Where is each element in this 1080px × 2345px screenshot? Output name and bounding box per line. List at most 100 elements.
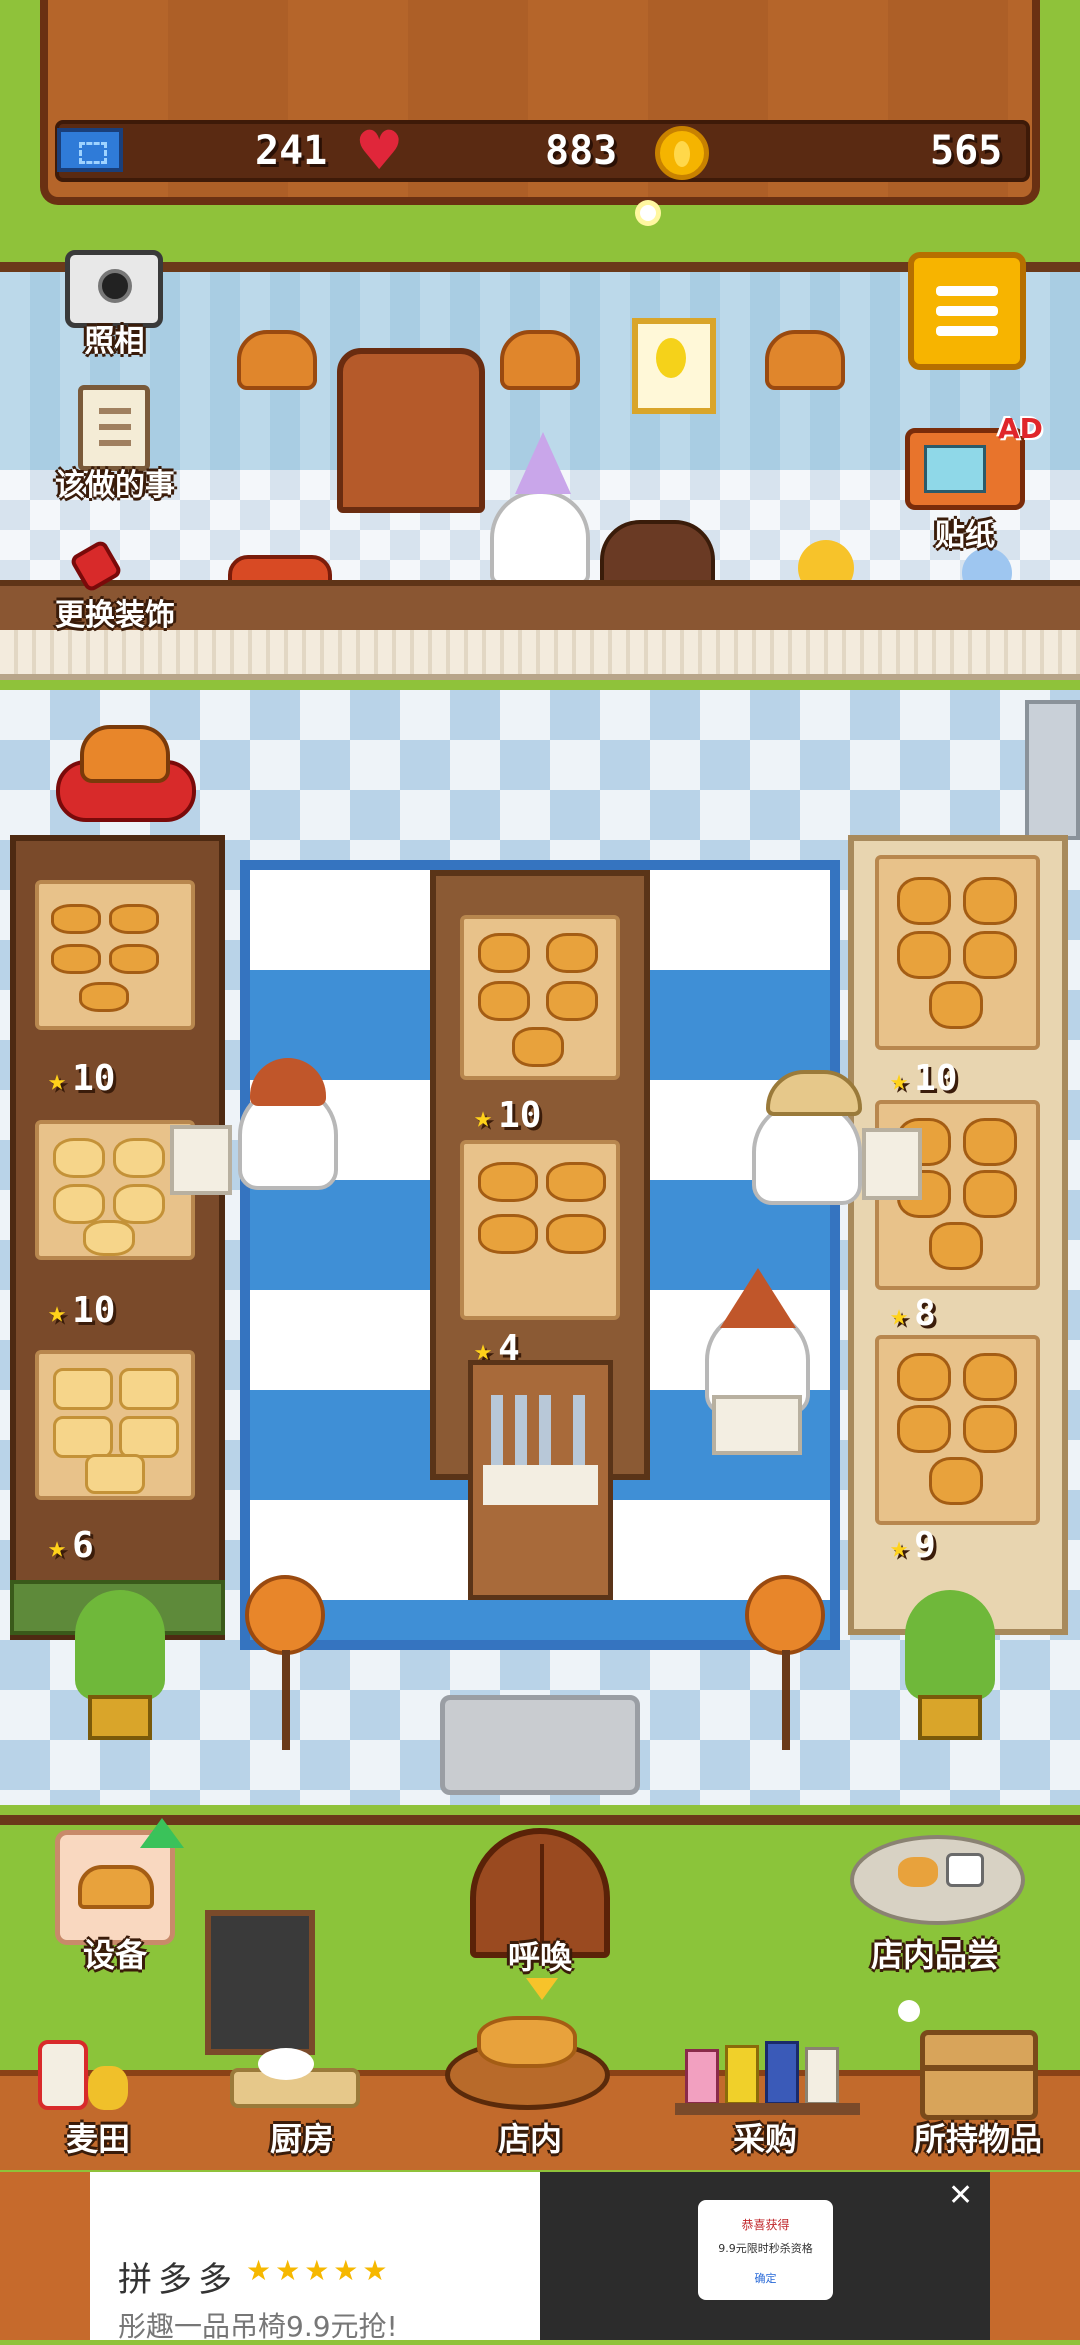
left-shelf-stars-1: ★ 10 bbox=[48, 1058, 116, 1099]
ticket-icon bbox=[57, 128, 123, 172]
nav-inventory[interactable] bbox=[920, 2030, 1038, 2120]
camera-label: 照相 bbox=[84, 324, 145, 359]
nav-wheat-field-label: 麦田 bbox=[65, 2120, 130, 2158]
bunny-bread-tray-3[interactable] bbox=[875, 1335, 1040, 1525]
ad-popup-button[interactable]: 确定 bbox=[698, 2270, 833, 2286]
bun-tray[interactable] bbox=[460, 915, 620, 1080]
box-icon bbox=[925, 2065, 1033, 2071]
decor-label: 更换装饰 bbox=[55, 598, 175, 633]
nav-purchase[interactable] bbox=[675, 2035, 865, 2120]
bread-icon bbox=[477, 2016, 577, 2068]
bread-tray-held-icon bbox=[170, 1125, 232, 1195]
bunny-lamp-icon bbox=[245, 1575, 325, 1655]
plant-icon bbox=[75, 1590, 165, 1700]
party-hat-icon bbox=[515, 432, 571, 494]
ticket-count: 241 bbox=[255, 128, 328, 174]
menu-button[interactable] bbox=[908, 252, 1026, 370]
bread-icon bbox=[898, 1857, 938, 1887]
coffee-cup-icon bbox=[946, 1853, 984, 1887]
shopkeeper-character[interactable] bbox=[490, 490, 590, 585]
ad-side-right bbox=[990, 2172, 1080, 2340]
tasting-table-button[interactable] bbox=[850, 1835, 1025, 1925]
equipment-label: 设备 bbox=[82, 1936, 147, 1974]
bread-icon bbox=[78, 1865, 154, 1909]
upgrade-arrow-icon bbox=[140, 1818, 184, 1848]
left-shelf-stars-2: ★ 10 bbox=[48, 1290, 116, 1331]
nav-inventory-label: 所持物品 bbox=[913, 2120, 1042, 2158]
coin-icon bbox=[655, 126, 709, 180]
oven-icon[interactable] bbox=[337, 348, 485, 513]
fork-icon bbox=[491, 1395, 503, 1465]
nav-shop[interactable] bbox=[445, 2012, 615, 2112]
right-shelf-stars-1: ★ 10 bbox=[890, 1058, 958, 1099]
ad-rating-stars: ★★★★★ bbox=[246, 2254, 392, 2287]
plates-icon bbox=[483, 1465, 598, 1505]
bunny-bread-tray-1[interactable] bbox=[875, 855, 1040, 1050]
flower-icon bbox=[898, 2000, 920, 2022]
ad-popup-title: 恭喜获得 bbox=[741, 2218, 790, 2232]
knife-icon bbox=[573, 1395, 585, 1465]
lamp-icon bbox=[237, 330, 317, 390]
todo-label: 该做的事 bbox=[55, 468, 175, 503]
seed-bag-icon bbox=[38, 2040, 88, 2110]
bun-icon bbox=[478, 933, 530, 973]
call-label: 呼喚 bbox=[507, 1938, 572, 1976]
left-shelf-stars-3: ★ 6 bbox=[48, 1525, 94, 1566]
camera-icon bbox=[98, 269, 132, 303]
tv-icon bbox=[924, 445, 986, 493]
ad-popup[interactable]: 恭喜获得 9.9元限时秒杀资格 确定 bbox=[698, 2200, 833, 2300]
stickers-label: 贴纸 bbox=[935, 518, 995, 553]
pot-icon bbox=[918, 1695, 982, 1740]
resource-bar bbox=[55, 120, 1030, 182]
door-frame bbox=[1025, 700, 1080, 840]
ad-tagline: 彤趣一品吊椅9.9元抢! bbox=[118, 2310, 398, 2343]
strawberry-hat-icon bbox=[720, 1268, 796, 1328]
coin-count: 565 bbox=[930, 128, 1003, 174]
ad-popup-text: 9.9元限时秒杀资格 bbox=[718, 2242, 813, 2255]
right-shelf-stars-2: ★ 8 bbox=[890, 1293, 936, 1334]
loaf-icon bbox=[53, 1368, 113, 1410]
loaf-tray[interactable] bbox=[35, 1350, 195, 1500]
donut-icon bbox=[53, 1138, 105, 1178]
dough-icon bbox=[258, 2048, 314, 2080]
clipboard-icon bbox=[99, 408, 131, 414]
bunny-bread-icon bbox=[897, 877, 951, 925]
down-arrow-icon bbox=[526, 1978, 558, 2000]
menu-icon bbox=[936, 286, 998, 296]
ad-badge: AD bbox=[998, 412, 1043, 445]
tasting-label: 店内品尝 bbox=[870, 1936, 999, 1974]
nav-purchase-label: 采购 bbox=[732, 2120, 797, 2158]
ad-brand: 拼多多 bbox=[118, 2260, 238, 2300]
nav-kitchen[interactable] bbox=[220, 2040, 385, 2120]
flower-icon bbox=[640, 205, 656, 221]
middle-table-stars-1: ★ 10 bbox=[474, 1095, 542, 1136]
bunny-lamp-icon bbox=[745, 1575, 825, 1655]
decor-button[interactable] bbox=[68, 528, 156, 594]
todo-button[interactable] bbox=[78, 385, 150, 471]
lemon-icon bbox=[656, 338, 686, 378]
right-shelf-stars-3: ★ 9 bbox=[890, 1525, 936, 1566]
plant-icon bbox=[905, 1590, 995, 1700]
melon-bun-icon bbox=[478, 1162, 538, 1202]
ad-close-button[interactable]: ✕ bbox=[948, 2178, 973, 2213]
cutlery-cabinet[interactable] bbox=[468, 1360, 613, 1600]
cat-character[interactable] bbox=[80, 725, 170, 783]
lamp-icon bbox=[765, 330, 845, 390]
ad-side-left bbox=[0, 2172, 90, 2340]
bread-tray-held-icon bbox=[862, 1128, 922, 1200]
counter-trim bbox=[0, 630, 1080, 680]
nav-shop-label: 店内 bbox=[497, 2120, 562, 2158]
wheat-icon bbox=[88, 2066, 128, 2110]
bread-tray-held-icon bbox=[712, 1395, 802, 1455]
pot-icon bbox=[88, 1695, 152, 1740]
melon-bun-tray[interactable] bbox=[460, 1140, 620, 1320]
croissant-icon bbox=[51, 904, 101, 934]
croissant-tray[interactable] bbox=[35, 880, 195, 1030]
heart-count: 883 bbox=[545, 128, 618, 174]
goods-icon bbox=[685, 2049, 719, 2105]
heart-icon: ♥ bbox=[355, 119, 404, 182]
paint-brush-icon bbox=[68, 538, 124, 594]
nav-kitchen-label: 厨房 bbox=[269, 2120, 334, 2158]
doormat bbox=[440, 1695, 640, 1795]
menu-board-icon bbox=[205, 1910, 315, 2055]
